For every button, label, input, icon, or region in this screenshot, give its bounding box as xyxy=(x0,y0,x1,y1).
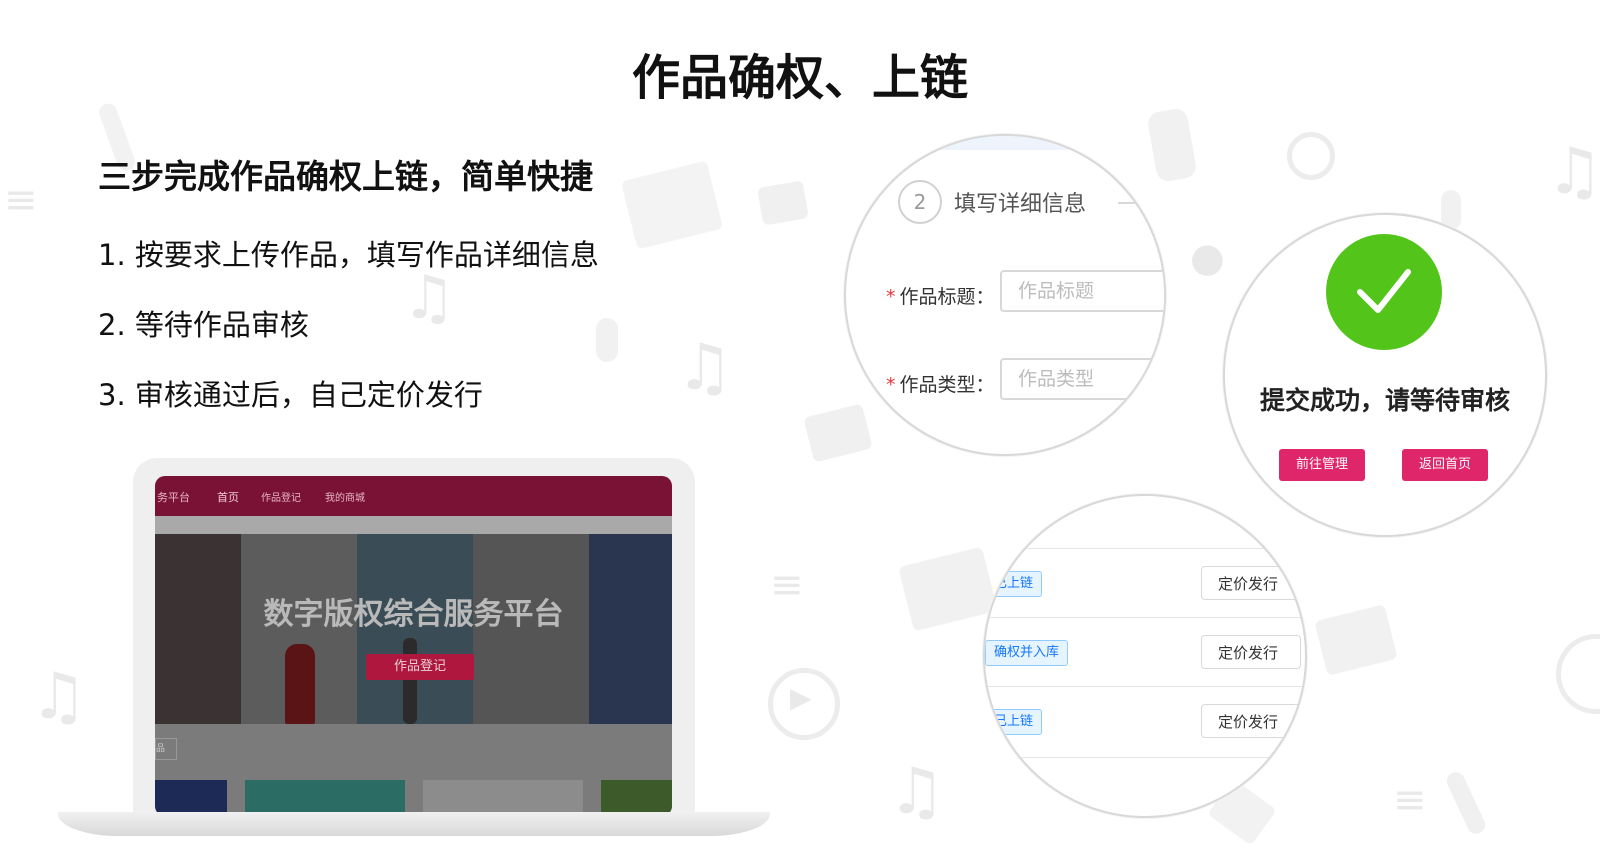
red-dress-figure xyxy=(285,644,315,724)
chat-bubble-icon: ● xyxy=(1190,235,1225,281)
register-work-button[interactable]: 作品登记 xyxy=(366,654,474,680)
site-nav-bar: 务平台 首页 作品登记 我的商城 xyxy=(155,476,672,516)
nav-divider xyxy=(155,516,672,534)
thumbnail[interactable] xyxy=(601,780,672,816)
nav-item-register[interactable]: 作品登记 xyxy=(261,489,301,504)
image-icon xyxy=(898,546,998,632)
page-title: 作品确权、上链 xyxy=(631,50,968,106)
status-badge: 确权并入库 xyxy=(985,640,1069,666)
banner-title: 数字版权综合服务平台 xyxy=(263,597,564,632)
status-badge: 已上链 xyxy=(985,709,1043,735)
music-note-icon: ♫ xyxy=(1546,135,1600,209)
step-2: 2. 等待作品审核 xyxy=(98,308,309,342)
price-publish-button[interactable]: 定价发行 xyxy=(1201,635,1301,669)
book-icon xyxy=(803,403,873,463)
step-3: 3. 审核通过后，自己定价发行 xyxy=(98,378,483,412)
price-publish-button[interactable]: 定价发行 xyxy=(1201,566,1301,600)
play-circle-icon xyxy=(1287,132,1335,180)
step-1: 1. 按要求上传作品，填写作品详细信息 xyxy=(98,238,599,272)
title-input[interactable]: 作品标题 xyxy=(1000,270,1164,312)
thumbnail[interactable] xyxy=(245,780,405,816)
music-note-icon: ♫ xyxy=(888,755,946,829)
required-marker: * xyxy=(886,374,896,396)
play-circle-icon xyxy=(1556,634,1600,714)
laptop-base xyxy=(58,812,770,836)
success-message: 提交成功，请等待审核 xyxy=(1259,386,1510,415)
music-note-icon: ♫ xyxy=(30,660,88,734)
list-item: 已上链 定价发行 xyxy=(985,548,1305,619)
playlist-icon: ≡ xyxy=(1393,777,1427,823)
step-connector xyxy=(1118,202,1164,204)
type-input[interactable]: 作品类型 xyxy=(1000,358,1164,400)
site-brand: 务平台 xyxy=(157,491,190,504)
play-icon: ▶ xyxy=(790,681,812,714)
type-field-label: * 作品类型： xyxy=(886,374,995,396)
step-title: 填写详细信息 xyxy=(954,192,1087,217)
nav-item-home[interactable]: 首页 xyxy=(217,489,239,505)
detail-form-zoom: 2 填写详细信息 * 作品标题： 作品标题 * 作品类型： 作品类型 xyxy=(844,134,1166,456)
dancer-figure xyxy=(403,638,417,724)
image-icon xyxy=(620,160,724,250)
laptop-screen: 务平台 首页 作品登记 我的商城 数字版权综合服务平台 作品登记 品 xyxy=(155,476,672,816)
microphone-icon xyxy=(596,318,618,362)
section-label: 品 xyxy=(155,738,177,760)
guitar-icon xyxy=(1443,769,1489,837)
title-field-label: * 作品标题： xyxy=(886,286,995,308)
list-item: 已上链 定价发行 xyxy=(985,686,1305,758)
section-subtitle: 三步完成作品确权上链，简单快捷 xyxy=(98,157,593,196)
work-list-zoom: 已上链 定价发行 确权并入库 定价发行 已上链 定价发行 xyxy=(983,494,1307,818)
image-icon xyxy=(1314,604,1398,676)
price-publish-button[interactable]: 定价发行 xyxy=(1201,704,1301,738)
back-home-button[interactable]: 返回首页 xyxy=(1402,449,1488,481)
thumbnail[interactable] xyxy=(423,780,583,816)
step-number-badge: 2 xyxy=(898,180,942,224)
go-manage-button[interactable]: 前往管理 xyxy=(1279,449,1365,481)
book-icon xyxy=(757,180,809,226)
submit-success-zoom: 提交成功，请等待审核 前往管理 返回首页 xyxy=(1223,213,1547,537)
music-note-icon: ♫ xyxy=(402,263,456,333)
list-item: 确权并入库 定价发行 xyxy=(985,617,1305,688)
playlist-icon: ≡ xyxy=(770,562,804,608)
playlist-icon: ≡ xyxy=(4,177,38,223)
success-check-icon xyxy=(1326,234,1442,350)
status-badge: 已上链 xyxy=(985,571,1043,597)
thumbnail[interactable] xyxy=(155,780,227,816)
required-marker: * xyxy=(886,286,896,308)
nav-item-shop[interactable]: 我的商城 xyxy=(325,489,365,504)
music-note-icon: ♫ xyxy=(676,331,734,405)
content-section: 品 xyxy=(155,724,672,816)
